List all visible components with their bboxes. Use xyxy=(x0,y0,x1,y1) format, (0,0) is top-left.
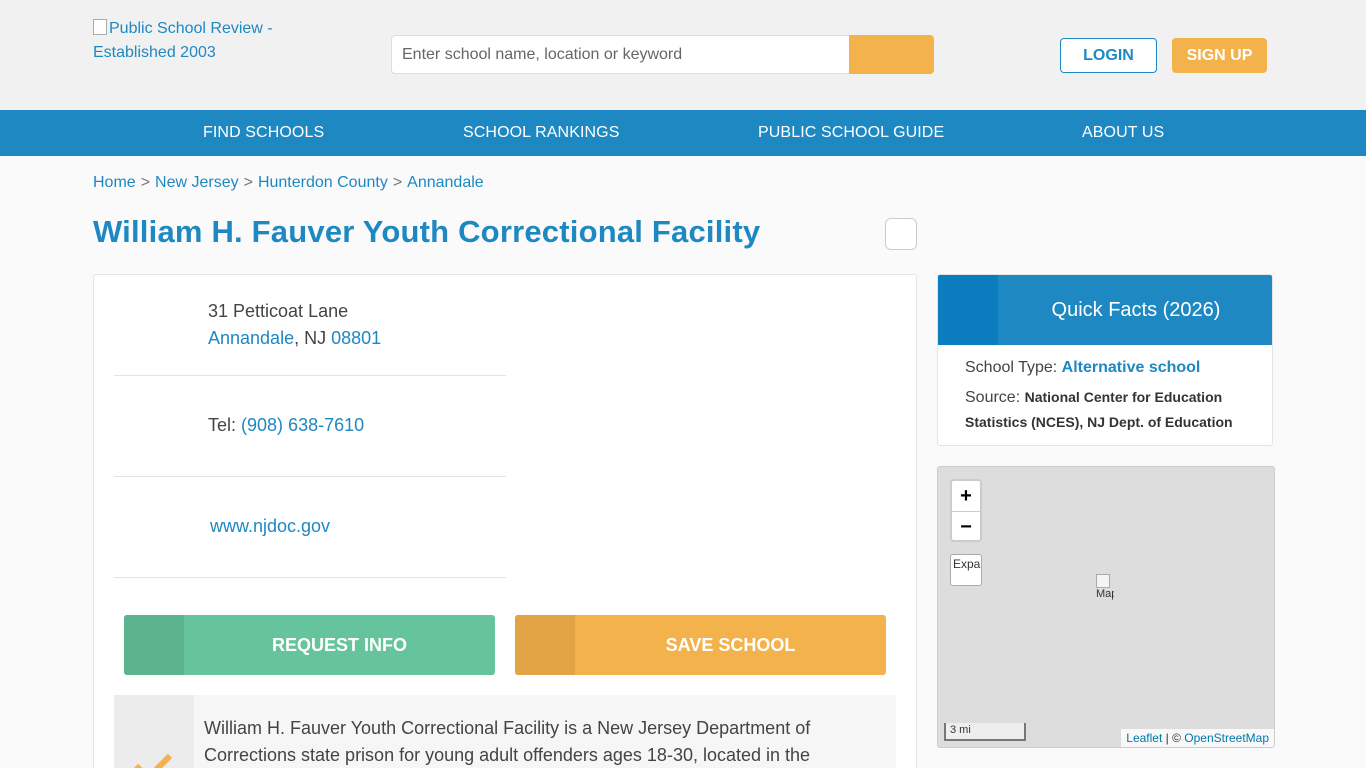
breadcrumb-county[interactable]: Hunterdon County xyxy=(258,174,388,191)
quick-facts-title: Quick Facts (2026) xyxy=(1051,299,1221,321)
search-bar xyxy=(391,35,934,74)
breadcrumb-state[interactable]: New Jersey xyxy=(155,174,239,191)
logo-alt-text: Public School Review - Established 2003 xyxy=(93,20,273,61)
school-type-line: School Type: Alternative school xyxy=(965,359,1200,377)
breadcrumb-separator: > xyxy=(392,174,403,191)
site-header: Public School Review - Established 2003 … xyxy=(0,0,1366,110)
quick-facts-icon xyxy=(938,275,998,345)
address-city-link[interactable]: Annandale xyxy=(208,328,294,348)
address-city-line: Annandale, NJ 08801 xyxy=(208,328,382,348)
save-school-label: SAVE SCHOOL xyxy=(665,635,796,655)
signup-button[interactable]: SIGN UP xyxy=(1172,38,1267,73)
map-attribution: Leaflet | © OpenStreetMap xyxy=(1121,729,1274,747)
save-school-icon xyxy=(515,615,575,675)
login-button[interactable]: LOGIN xyxy=(1060,38,1157,73)
openstreetmap-link[interactable]: OpenStreetMap xyxy=(1184,731,1269,745)
map-marker-icon[interactable]: Map xyxy=(1096,574,1114,600)
search-input[interactable] xyxy=(391,35,849,74)
nav-find-schools[interactable]: FIND SCHOOLS xyxy=(203,110,324,156)
website-link[interactable]: www.njdoc.gov xyxy=(210,516,330,536)
phone-link[interactable]: (908) 638-7610 xyxy=(241,415,364,435)
description-box: William H. Fauver Youth Correctional Fac… xyxy=(114,695,896,768)
breadcrumb-separator: > xyxy=(243,174,253,191)
leaflet-link[interactable]: Leaflet xyxy=(1126,731,1162,745)
address-row: 31 Petticoat Lane Annandale, NJ 08801 xyxy=(114,275,506,376)
save-school-button[interactable]: SAVE SCHOOL xyxy=(515,615,886,675)
breadcrumb-home[interactable]: Home xyxy=(93,174,136,191)
quick-facts-header: Quick Facts (2026) xyxy=(938,275,1272,345)
zoom-out-button[interactable]: − xyxy=(952,511,980,541)
breadcrumb-separator: > xyxy=(140,174,151,191)
address-block: 31 Petticoat Lane Annandale, NJ 08801 xyxy=(208,298,381,352)
school-type-link[interactable]: Alternative school xyxy=(1062,359,1201,376)
map-scale: 3 mi xyxy=(944,723,1026,741)
source-line: Source: National Center for Education St… xyxy=(965,385,1265,435)
map-expand-button[interactable]: Expand xyxy=(950,554,982,586)
request-info-button[interactable]: REQUEST INFO xyxy=(124,615,495,675)
school-type-label: School Type: xyxy=(965,359,1058,376)
attribution-separator: | © xyxy=(1162,731,1185,745)
address-state: NJ xyxy=(304,328,327,348)
page-title: William H. Fauver Youth Correctional Fac… xyxy=(93,214,761,249)
description-text: William H. Fauver Youth Correctional Fac… xyxy=(204,718,811,765)
address-zip-link[interactable]: 08801 xyxy=(331,328,381,348)
marker-alt-text: Map xyxy=(1096,588,1114,600)
marker-image-icon xyxy=(1096,574,1110,588)
phone-label: Tel: xyxy=(208,415,237,435)
checkmark-icon xyxy=(133,743,173,768)
phone-block: Tel: (908) 638-7610 xyxy=(208,412,364,439)
nav-about-us[interactable]: ABOUT US xyxy=(1082,110,1164,156)
search-button[interactable] xyxy=(849,35,934,74)
breadcrumb: Home > New Jersey > Hunterdon County > Annanda… xyxy=(93,174,484,192)
website-row: www.njdoc.gov xyxy=(114,477,506,578)
school-info-card: 31 Petticoat Lane Annandale, NJ 08801 Te… xyxy=(93,274,917,768)
source-label: Source: xyxy=(965,389,1021,406)
request-info-label: REQUEST INFO xyxy=(271,635,407,655)
zoom-in-button[interactable]: + xyxy=(952,481,980,511)
favorite-toggle[interactable] xyxy=(885,218,917,250)
location-map[interactable]: + − Expand Map 3 mi Leaflet | © OpenStre… xyxy=(937,466,1275,748)
quick-facts-panel: Quick Facts (2026) School Type: Alternat… xyxy=(937,274,1273,446)
site-logo[interactable]: Public School Review - Established 2003 xyxy=(93,17,283,65)
phone-row: Tel: (908) 638-7610 xyxy=(114,376,506,477)
logo-image-icon xyxy=(93,19,107,35)
main-nav: FIND SCHOOLS SCHOOL RANKINGS PUBLIC SCHO… xyxy=(0,110,1366,156)
description-side xyxy=(114,695,194,768)
breadcrumb-city[interactable]: Annandale xyxy=(407,174,484,191)
nav-public-school-guide[interactable]: PUBLIC SCHOOL GUIDE xyxy=(758,110,944,156)
website-block: www.njdoc.gov xyxy=(210,513,330,540)
map-zoom-control: + − xyxy=(950,479,982,542)
address-street: 31 Petticoat Lane xyxy=(208,301,349,321)
nav-school-rankings[interactable]: SCHOOL RANKINGS xyxy=(463,110,620,156)
request-info-icon xyxy=(124,615,184,675)
